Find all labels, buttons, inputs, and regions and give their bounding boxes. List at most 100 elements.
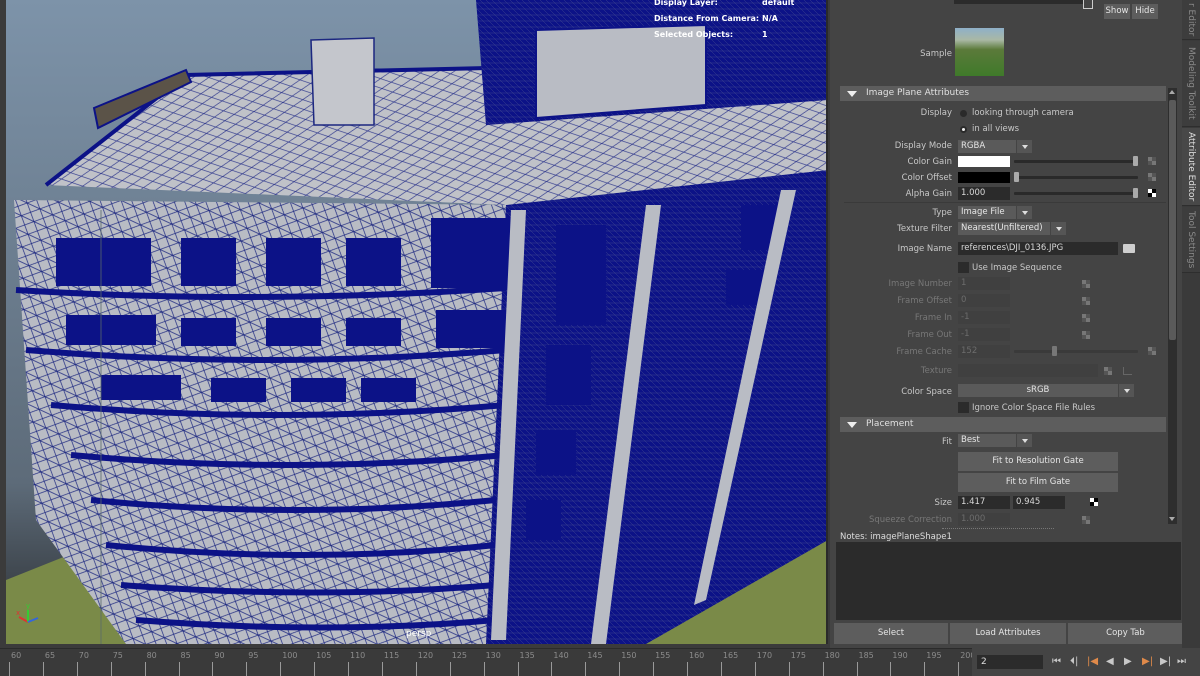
step-forward-button[interactable]: ▶| bbox=[1160, 656, 1171, 668]
color-space-dropdown[interactable]: sRGB bbox=[958, 384, 1134, 397]
color-gain-slider-handle[interactable] bbox=[1133, 156, 1138, 166]
frame-cache-label: Frame Cache bbox=[896, 347, 952, 357]
color-offset-map-button[interactable] bbox=[1148, 173, 1156, 181]
use-image-sequence-checkbox[interactable] bbox=[958, 262, 969, 273]
axis-gizmo-icon: x y bbox=[16, 602, 39, 623]
attribute-editor-scrollbar[interactable] bbox=[1168, 88, 1177, 524]
select-button[interactable]: Select bbox=[834, 623, 948, 644]
size-y-field[interactable]: 0.945 bbox=[1013, 496, 1065, 509]
frame-out-map-button[interactable] bbox=[1082, 331, 1090, 339]
color-offset-slider[interactable] bbox=[1014, 176, 1138, 179]
display-mode-label: Display Mode bbox=[894, 141, 952, 151]
node-name-field[interactable] bbox=[954, 0, 1084, 4]
texture-field[interactable] bbox=[958, 364, 1098, 377]
size-x-field[interactable]: 1.417 bbox=[958, 496, 1010, 509]
color-offset-swatch[interactable] bbox=[958, 172, 1010, 183]
alpha-gain-slider-handle[interactable] bbox=[1133, 188, 1138, 198]
show-button[interactable]: Show bbox=[1104, 4, 1130, 19]
copy-tab-button[interactable]: Copy Tab bbox=[1068, 623, 1183, 644]
frame-cache-slider-handle[interactable] bbox=[1052, 346, 1058, 356]
color-gain-map-button[interactable] bbox=[1148, 157, 1156, 165]
tab-tool-settings[interactable]: Tool Settings bbox=[1182, 207, 1200, 273]
image-number-map-button[interactable] bbox=[1082, 280, 1090, 288]
timeline-tick-label: 155 bbox=[655, 651, 671, 660]
timeline-tick bbox=[110, 662, 112, 676]
texture-connect-icon[interactable] bbox=[1123, 367, 1132, 375]
color-offset-label: Color Offset bbox=[901, 173, 952, 183]
time-slider[interactable]: 60 65 70 75 80 85 90 95 100 105 110 115 120 125 130 135… bbox=[0, 648, 975, 676]
size-map-button[interactable] bbox=[1090, 498, 1098, 506]
color-offset-slider-handle[interactable] bbox=[1014, 172, 1019, 182]
maya-window: Display Layer: default Distance From Came… bbox=[0, 0, 1200, 676]
timeline-tick bbox=[585, 662, 587, 676]
timeline-tick-label: 65 bbox=[44, 651, 56, 660]
frame-cache-slider[interactable] bbox=[1014, 350, 1138, 353]
section-placement[interactable]: Placement bbox=[840, 417, 1166, 432]
frame-offset-map-button[interactable] bbox=[1082, 297, 1090, 305]
frame-out-field[interactable]: -1 bbox=[958, 328, 1010, 341]
radio-label-looking-through-camera: looking through camera bbox=[972, 108, 1074, 118]
go-to-start-button[interactable]: ⏮ bbox=[1052, 656, 1061, 668]
color-gain-slider[interactable] bbox=[1014, 160, 1138, 163]
fit-to-resolution-gate-button[interactable]: Fit to Resolution Gate bbox=[958, 452, 1118, 471]
folder-icon[interactable] bbox=[1123, 244, 1135, 253]
alpha-gain-map-button[interactable] bbox=[1148, 189, 1156, 197]
display-mode-dropdown[interactable]: RGBA bbox=[958, 140, 1032, 153]
prev-key-button[interactable]: |◀ bbox=[1087, 656, 1098, 668]
load-attributes-button[interactable]: Load Attributes bbox=[950, 623, 1066, 644]
next-key-button[interactable]: ▶| bbox=[1142, 656, 1153, 668]
section-image-plane-attributes[interactable]: Image Plane Attributes bbox=[840, 86, 1166, 101]
texture-filter-dropdown[interactable]: Nearest(Unfiltered) bbox=[958, 222, 1066, 235]
timeline-tick bbox=[246, 662, 248, 676]
hide-button[interactable]: Hide bbox=[1132, 4, 1158, 19]
resize-handle[interactable] bbox=[942, 528, 1054, 529]
go-to-end-button[interactable]: ⏭ bbox=[1177, 656, 1186, 668]
scroll-up-icon[interactable] bbox=[1169, 90, 1175, 94]
tab-modeling-toolkit[interactable]: Modeling Toolkit bbox=[1182, 41, 1200, 127]
timeline-tick bbox=[788, 662, 790, 676]
timeline-tick-label: 180 bbox=[824, 651, 840, 660]
tab-channel-editor[interactable]: r Editor bbox=[1182, 0, 1200, 40]
tab-attribute-editor[interactable]: Attribute Editor bbox=[1182, 128, 1200, 206]
frame-in-field[interactable]: -1 bbox=[958, 311, 1010, 324]
frame-cache-map-button[interactable] bbox=[1148, 347, 1156, 355]
frame-offset-field[interactable]: 0 bbox=[958, 294, 1010, 307]
image-name-field[interactable]: references\DJI_0136.JPG bbox=[958, 242, 1118, 255]
radio-in-all-views[interactable] bbox=[960, 126, 967, 133]
type-dropdown[interactable]: Image File bbox=[958, 206, 1032, 219]
timeline-tick bbox=[178, 662, 180, 676]
play-forwards-button[interactable]: ▶ bbox=[1124, 656, 1132, 668]
step-back-key-button[interactable]: ⏴| bbox=[1070, 656, 1078, 668]
alpha-gain-field[interactable]: 1.000 bbox=[958, 187, 1010, 200]
divider bbox=[844, 202, 1166, 203]
squeeze-correction-map-button[interactable] bbox=[1082, 516, 1090, 524]
scroll-down-icon[interactable] bbox=[1169, 517, 1175, 521]
fit-dropdown[interactable]: Best bbox=[958, 434, 1032, 447]
chevron-down-icon bbox=[1016, 434, 1032, 447]
color-gain-swatch[interactable] bbox=[958, 156, 1010, 167]
frame-cache-field[interactable]: 152 bbox=[958, 345, 1010, 358]
ignore-color-space-checkbox[interactable] bbox=[958, 402, 969, 413]
hud-selected-objects: Selected Objects: 1 bbox=[654, 30, 768, 39]
svg-text:x: x bbox=[16, 609, 20, 617]
timeline-tick-label: 195 bbox=[926, 651, 942, 660]
image-number-field[interactable]: 1 bbox=[958, 277, 1010, 290]
radio-looking-through-camera[interactable] bbox=[960, 110, 967, 117]
focus-icon[interactable] bbox=[1083, 0, 1093, 9]
current-frame-field[interactable]: 2 bbox=[977, 655, 1043, 669]
texture-map-button[interactable] bbox=[1104, 367, 1112, 375]
fit-to-film-gate-button[interactable]: Fit to Film Gate bbox=[958, 473, 1118, 492]
play-backwards-button[interactable]: ◀ bbox=[1106, 656, 1114, 668]
timeline-tick bbox=[890, 662, 892, 676]
alpha-gain-slider[interactable] bbox=[1014, 192, 1138, 195]
alpha-gain-label: Alpha Gain bbox=[905, 189, 952, 199]
perspective-viewport[interactable]: Display Layer: default Distance From Came… bbox=[6, 0, 828, 644]
timeline-tick bbox=[483, 662, 485, 676]
hud-distance-from-camera: Distance From Camera: N/A bbox=[654, 14, 778, 23]
chevron-down-icon bbox=[1118, 384, 1134, 397]
squeeze-correction-field[interactable]: 1.000 bbox=[958, 513, 1010, 526]
sample-label: Sample bbox=[920, 49, 952, 59]
frame-in-map-button[interactable] bbox=[1082, 314, 1090, 322]
scroll-thumb[interactable] bbox=[1169, 100, 1176, 340]
notes-textarea[interactable] bbox=[836, 542, 1181, 620]
